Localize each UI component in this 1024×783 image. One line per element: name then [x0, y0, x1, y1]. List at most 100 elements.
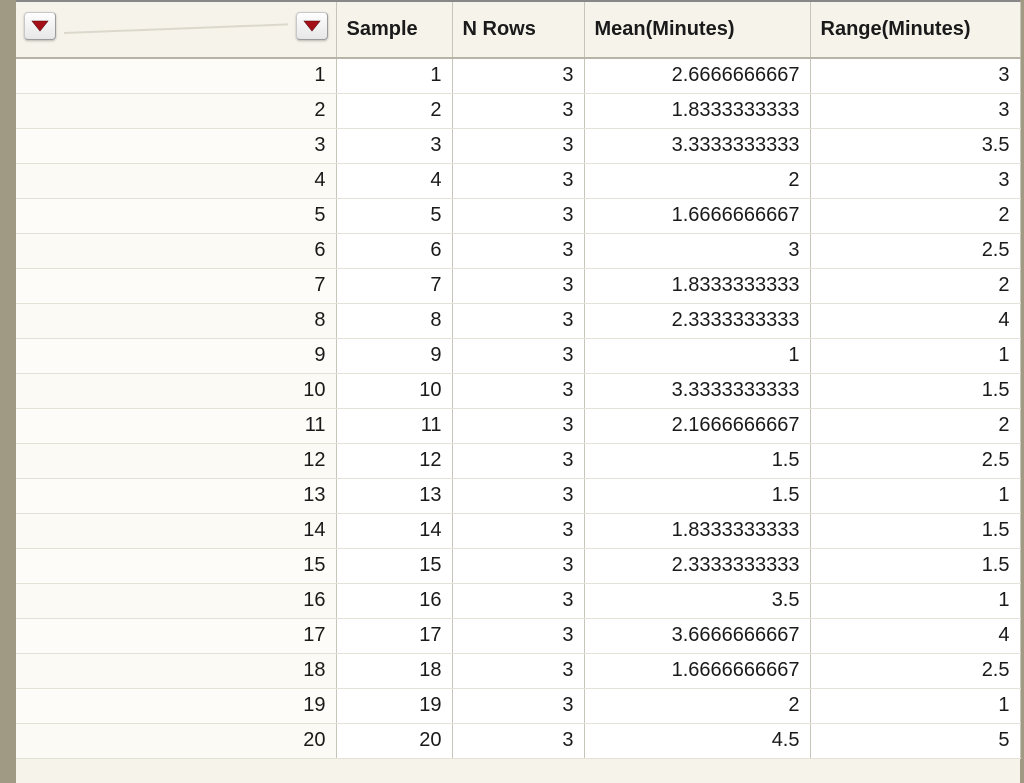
row-index-cell[interactable]: 13 [16, 478, 336, 513]
cell-sample[interactable]: 5 [336, 198, 452, 233]
cell-mean[interactable]: 1.8333333333 [584, 93, 810, 128]
cell-mean[interactable]: 1.5 [584, 443, 810, 478]
cell-sample[interactable]: 15 [336, 548, 452, 583]
row-index-cell[interactable]: 1 [16, 58, 336, 93]
cell-nrows[interactable]: 3 [452, 723, 584, 758]
row-index-cell[interactable]: 17 [16, 618, 336, 653]
cell-nrows[interactable]: 3 [452, 128, 584, 163]
cell-nrows[interactable]: 3 [452, 93, 584, 128]
cell-mean[interactable]: 3.3333333333 [584, 128, 810, 163]
cell-mean[interactable]: 2 [584, 163, 810, 198]
table-row[interactable]: 151532.33333333331.5 [16, 548, 1020, 583]
cell-sample[interactable]: 4 [336, 163, 452, 198]
row-index-cell[interactable]: 6 [16, 233, 336, 268]
cell-nrows[interactable]: 3 [452, 338, 584, 373]
cell-mean[interactable]: 1.8333333333 [584, 268, 810, 303]
cell-nrows[interactable]: 3 [452, 548, 584, 583]
table-row[interactable]: 171733.66666666674 [16, 618, 1020, 653]
table-row[interactable]: 5531.66666666672 [16, 198, 1020, 233]
cell-sample[interactable]: 9 [336, 338, 452, 373]
cell-range[interactable]: 2.5 [810, 443, 1020, 478]
cell-range[interactable]: 2.5 [810, 233, 1020, 268]
cell-mean[interactable]: 3 [584, 233, 810, 268]
cell-range[interactable]: 3 [810, 58, 1020, 93]
row-index-cell[interactable]: 3 [16, 128, 336, 163]
cell-sample[interactable]: 19 [336, 688, 452, 723]
row-index-cell[interactable]: 4 [16, 163, 336, 198]
table-row[interactable]: 141431.83333333331.5 [16, 513, 1020, 548]
cell-sample[interactable]: 3 [336, 128, 452, 163]
cell-range[interactable]: 2 [810, 408, 1020, 443]
cell-sample[interactable]: 12 [336, 443, 452, 478]
table-row[interactable]: 2231.83333333333 [16, 93, 1020, 128]
cell-nrows[interactable]: 3 [452, 198, 584, 233]
table-row[interactable]: 66332.5 [16, 233, 1020, 268]
column-header-mean[interactable]: Mean(Minutes) [584, 2, 810, 58]
row-index-cell[interactable]: 9 [16, 338, 336, 373]
table-row[interactable]: 181831.66666666672.5 [16, 653, 1020, 688]
cell-nrows[interactable]: 3 [452, 268, 584, 303]
cell-mean[interactable]: 3.5 [584, 583, 810, 618]
table-row[interactable]: 3333.33333333333.5 [16, 128, 1020, 163]
cell-nrows[interactable]: 3 [452, 618, 584, 653]
cell-sample[interactable]: 8 [336, 303, 452, 338]
cell-sample[interactable]: 11 [336, 408, 452, 443]
cell-mean[interactable]: 1.6666666667 [584, 653, 810, 688]
cell-range[interactable]: 4 [810, 303, 1020, 338]
cell-nrows[interactable]: 3 [452, 583, 584, 618]
cell-range[interactable]: 2.5 [810, 653, 1020, 688]
cell-nrows[interactable]: 3 [452, 233, 584, 268]
cell-sample[interactable]: 2 [336, 93, 452, 128]
cell-sample[interactable]: 1 [336, 58, 452, 93]
row-index-cell[interactable]: 14 [16, 513, 336, 548]
cell-sample[interactable]: 20 [336, 723, 452, 758]
column-header-sample[interactable]: Sample [336, 2, 452, 58]
cell-mean[interactable]: 1.8333333333 [584, 513, 810, 548]
cell-range[interactable]: 3.5 [810, 128, 1020, 163]
table-row[interactable]: 121231.52.5 [16, 443, 1020, 478]
cell-mean[interactable]: 2.6666666667 [584, 58, 810, 93]
cell-range[interactable]: 3 [810, 163, 1020, 198]
cell-nrows[interactable]: 3 [452, 688, 584, 723]
cell-range[interactable]: 1.5 [810, 513, 1020, 548]
cell-range[interactable]: 1 [810, 583, 1020, 618]
table-row[interactable]: 101033.33333333331.5 [16, 373, 1020, 408]
cell-nrows[interactable]: 3 [452, 513, 584, 548]
row-index-cell[interactable]: 16 [16, 583, 336, 618]
cell-sample[interactable]: 10 [336, 373, 452, 408]
row-index-cell[interactable]: 11 [16, 408, 336, 443]
row-index-cell[interactable]: 18 [16, 653, 336, 688]
table-row[interactable]: 44323 [16, 163, 1020, 198]
cell-nrows[interactable]: 3 [452, 303, 584, 338]
row-index-cell[interactable]: 20 [16, 723, 336, 758]
cell-sample[interactable]: 18 [336, 653, 452, 688]
cell-mean[interactable]: 4.5 [584, 723, 810, 758]
cell-sample[interactable]: 16 [336, 583, 452, 618]
cell-mean[interactable]: 2.1666666667 [584, 408, 810, 443]
cell-nrows[interactable]: 3 [452, 443, 584, 478]
cell-mean[interactable]: 2.3333333333 [584, 548, 810, 583]
rows-menu-button[interactable] [24, 12, 56, 40]
table-row[interactable]: 1132.66666666673 [16, 58, 1020, 93]
column-header-range[interactable]: Range(Minutes) [810, 2, 1020, 58]
table-row[interactable]: 99311 [16, 338, 1020, 373]
cell-range[interactable]: 3 [810, 93, 1020, 128]
cell-nrows[interactable]: 3 [452, 163, 584, 198]
table-row[interactable]: 1919321 [16, 688, 1020, 723]
cell-range[interactable]: 1 [810, 478, 1020, 513]
row-index-cell[interactable]: 10 [16, 373, 336, 408]
cell-sample[interactable]: 17 [336, 618, 452, 653]
cell-mean[interactable]: 1 [584, 338, 810, 373]
cell-nrows[interactable]: 3 [452, 653, 584, 688]
cell-range[interactable]: 1 [810, 338, 1020, 373]
cell-mean[interactable]: 1.5 [584, 478, 810, 513]
cell-range[interactable]: 2 [810, 198, 1020, 233]
row-index-cell[interactable]: 5 [16, 198, 336, 233]
column-header-nrows[interactable]: N Rows [452, 2, 584, 58]
cell-mean[interactable]: 3.3333333333 [584, 373, 810, 408]
cell-nrows[interactable]: 3 [452, 478, 584, 513]
row-index-cell[interactable]: 7 [16, 268, 336, 303]
cell-mean[interactable]: 1.6666666667 [584, 198, 810, 233]
cell-range[interactable]: 2 [810, 268, 1020, 303]
cell-range[interactable]: 1.5 [810, 373, 1020, 408]
